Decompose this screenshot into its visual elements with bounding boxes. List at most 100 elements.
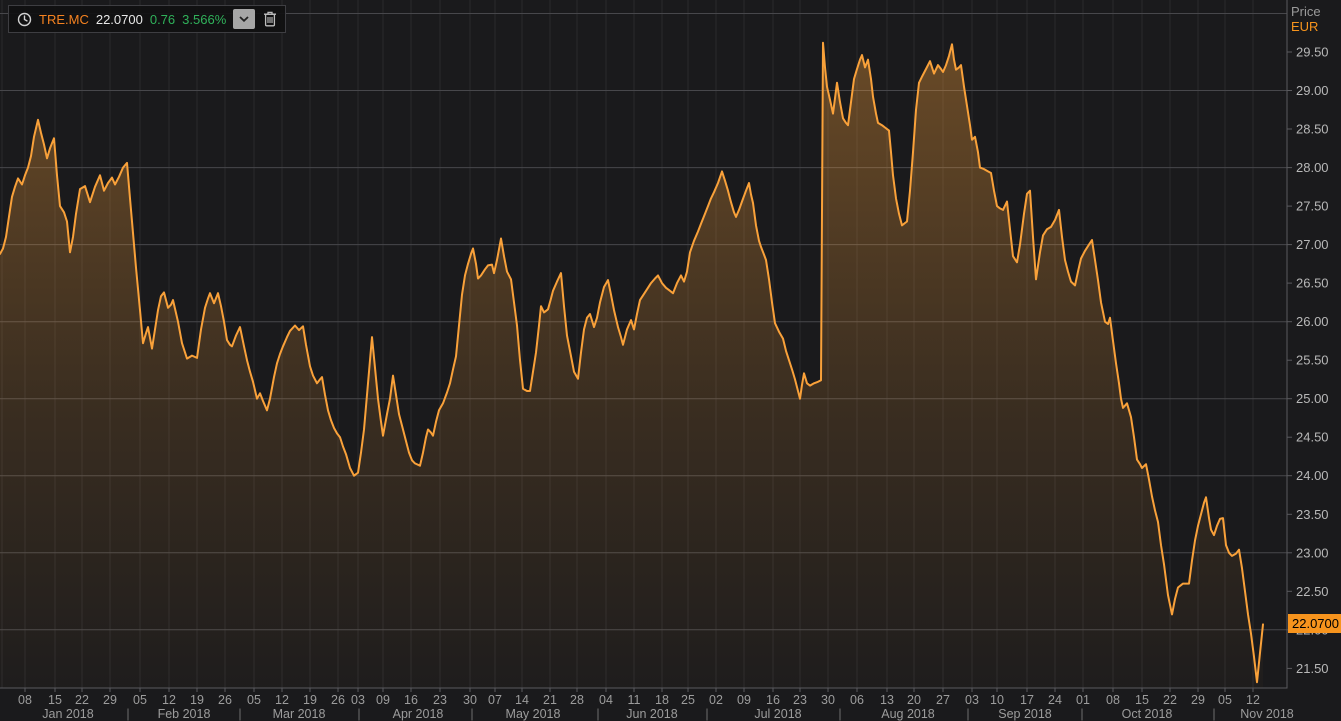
x-tick-label: 12: [1246, 693, 1260, 707]
x-month-label: Nov 2018: [1240, 707, 1294, 721]
x-tick-label: 18: [655, 693, 669, 707]
x-tick-label: 20: [907, 693, 921, 707]
x-month-label: Jul 2018: [754, 707, 801, 721]
x-month-separator: |: [126, 707, 129, 721]
x-tick-label: 16: [766, 693, 780, 707]
y-axis: 29.50 29.00 28.50 28.00 27.50 27.00 26.50 26.00…: [1287, 45, 1329, 676]
y-tick-label: 23.50: [1296, 507, 1329, 522]
y-axis-title-currency: EUR: [1291, 19, 1319, 34]
ticker-symbol: TRE.MC: [39, 11, 89, 27]
x-tick-label: 15: [48, 693, 62, 707]
x-tick-label: 22: [1163, 693, 1177, 707]
x-month-separator: |: [470, 707, 473, 721]
x-month-separator: |: [1080, 707, 1083, 721]
y-tick-label: 25.50: [1296, 353, 1329, 368]
x-tick-label: 26: [331, 693, 345, 707]
x-tick-label: 03: [965, 693, 979, 707]
x-month-separator: |: [596, 707, 599, 721]
x-month-label: Oct 2018: [1122, 707, 1173, 721]
y-tick-label: 23.00: [1296, 545, 1329, 560]
x-tick-label: 14: [515, 693, 529, 707]
x-tick-label: 15: [1135, 693, 1149, 707]
x-tick-label: 12: [275, 693, 289, 707]
x-tick-label: 05: [133, 693, 147, 707]
x-tick-label: 05: [247, 693, 261, 707]
x-month-label: Sep 2018: [998, 707, 1052, 721]
x-tick-label: 29: [1191, 693, 1205, 707]
x-month-separator: |: [238, 707, 241, 721]
x-month-separator: |: [705, 707, 708, 721]
y-axis-title: Price EUR: [1291, 4, 1321, 34]
x-month-label: Aug 2018: [881, 707, 935, 721]
price-change: 0.76: [149, 11, 176, 27]
x-month-label: Jan 2018: [42, 707, 93, 721]
x-tick-label: 10: [990, 693, 1004, 707]
x-tick-label: 28: [570, 693, 584, 707]
y-tick-label: 29.50: [1296, 45, 1329, 60]
x-month-separator: |: [838, 707, 841, 721]
x-month-separator: |: [1212, 707, 1215, 721]
chevron-down-button[interactable]: [233, 9, 256, 29]
x-tick-label: 08: [18, 693, 32, 707]
y-tick-label: 27.50: [1296, 199, 1329, 214]
x-tick-label: 11: [628, 693, 641, 707]
x-tick-label: 06: [850, 693, 864, 707]
x-tick-label: 23: [433, 693, 447, 707]
x-tick-label: 04: [599, 693, 613, 707]
x-month-label: Apr 2018: [393, 707, 444, 721]
x-tick-label: 07: [488, 693, 502, 707]
x-tick-label: 05: [1218, 693, 1232, 707]
x-month-label: May 2018: [506, 707, 561, 721]
y-tick-label: 22.50: [1296, 584, 1329, 599]
price-chart[interactable]: 29.50 29.00 28.50 28.00 27.50 27.00 26.50 26.00…: [0, 0, 1341, 721]
price-change-percent: 3.566%: [182, 11, 227, 27]
x-tick-label: 13: [880, 693, 894, 707]
y-tick-label: 29.00: [1296, 83, 1329, 98]
x-tick-label: 16: [404, 693, 418, 707]
x-month-label: Jun 2018: [626, 707, 677, 721]
x-axis: 08 15 22 29 05 12 19 26 05 12 19 26 03 09 16 23 30 07 14 21…: [18, 688, 1294, 721]
y-tick-label: 28.50: [1296, 122, 1329, 137]
x-month-label: Feb 2018: [158, 707, 211, 721]
x-tick-label: 19: [190, 693, 204, 707]
x-tick-label: 21: [543, 693, 557, 707]
y-tick-label: 26.00: [1296, 314, 1329, 329]
y-tick-label: 25.00: [1296, 391, 1329, 406]
last-price: 22.0700: [95, 11, 143, 27]
price-area-fill: [0, 42, 1263, 689]
x-tick-label: 03: [351, 693, 365, 707]
x-tick-label: 17: [1020, 693, 1034, 707]
y-tick-label: 24.50: [1296, 430, 1329, 445]
x-tick-label: 24: [1048, 693, 1062, 707]
x-tick-label: 30: [463, 693, 477, 707]
x-tick-label: 26: [218, 693, 232, 707]
x-tick-label: 27: [936, 693, 950, 707]
instrument-toolbar[interactable]: TRE.MC 22.0700 0.76 3.566%: [8, 5, 287, 33]
chevron-down-icon: [239, 16, 249, 22]
x-month-label: Mar 2018: [273, 707, 326, 721]
delete-series-button[interactable]: [263, 11, 277, 27]
clock-icon: [17, 12, 32, 26]
x-month-separator: |: [357, 707, 360, 721]
y-tick-label: 26.50: [1296, 276, 1329, 291]
x-tick-label: 08: [1106, 693, 1120, 707]
last-price-label: 22.0700: [1288, 614, 1341, 633]
x-month-separator: |: [966, 707, 969, 721]
chart-window: 29.50 29.00 28.50 28.00 27.50 27.00 26.50 26.00…: [0, 0, 1341, 721]
x-tick-label: 25: [681, 693, 695, 707]
y-axis-title-price: Price: [1291, 4, 1321, 19]
y-tick-label: 27.00: [1296, 237, 1329, 252]
x-tick-label: 01: [1076, 693, 1090, 707]
x-tick-label: 19: [303, 693, 317, 707]
y-tick-label: 21.50: [1296, 661, 1329, 676]
trash-icon: [264, 11, 277, 27]
y-tick-label: 24.00: [1296, 468, 1329, 483]
x-tick-label: 22: [75, 693, 89, 707]
x-tick-label: 29: [103, 693, 117, 707]
x-tick-label: 02: [709, 693, 723, 707]
x-tick-label: 12: [162, 693, 176, 707]
x-tick-label: 09: [376, 693, 390, 707]
x-tick-label: 09: [737, 693, 751, 707]
x-tick-label: 30: [821, 693, 835, 707]
y-tick-label: 28.00: [1296, 160, 1329, 175]
